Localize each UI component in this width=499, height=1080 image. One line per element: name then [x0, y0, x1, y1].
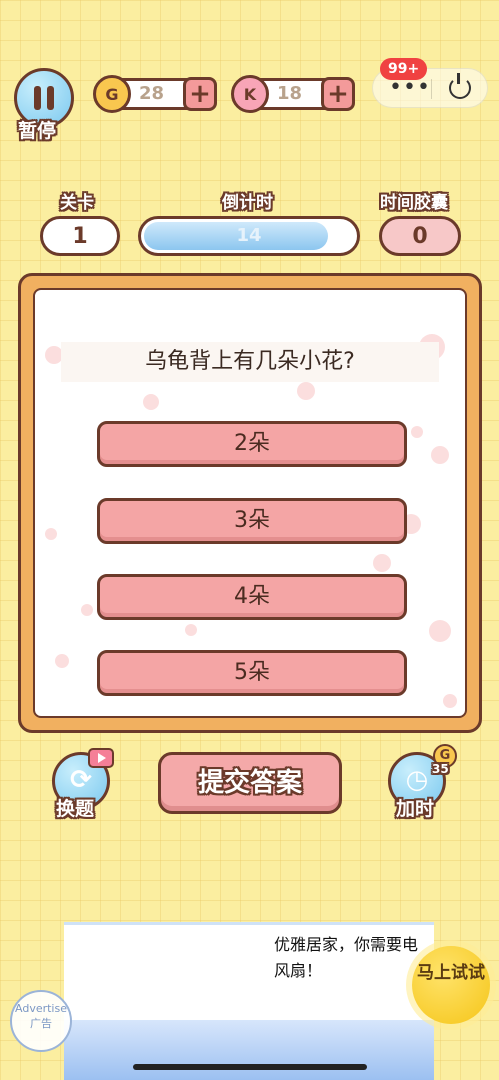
add-time-cost: 35 — [432, 762, 449, 776]
pause-icon-bar — [47, 86, 54, 110]
question-text: 乌龟背上有几朵小花? — [61, 342, 439, 382]
decor-dot — [143, 394, 159, 410]
capsule-divider — [431, 79, 432, 99]
coin-value: 28 — [139, 83, 165, 104]
token-counter: K 18 + — [231, 75, 355, 113]
home-indicator — [133, 1064, 367, 1070]
question-board: 乌龟背上有几朵小花? 2朵 3朵 4朵 5朵 — [18, 273, 482, 733]
question-panel: 乌龟背上有几朵小花? 2朵 3朵 4朵 5朵 — [33, 288, 467, 718]
decor-dot — [373, 554, 391, 572]
level-value: 1 — [40, 216, 120, 256]
decor-dot — [443, 694, 457, 708]
pause-icon-bar — [34, 86, 41, 110]
try-now-button[interactable]: 马上试试 — [412, 946, 490, 1024]
close-power-icon[interactable] — [449, 73, 471, 99]
add-tokens-button[interactable]: + — [321, 77, 355, 111]
pause-label: 暂停 — [18, 120, 57, 142]
video-ad-icon — [88, 748, 114, 768]
notification-badge: 99+ — [380, 58, 428, 80]
token-value: 18 — [277, 83, 303, 104]
token-icon: K — [231, 75, 269, 113]
decor-dot — [429, 620, 451, 642]
answer-option[interactable]: 5朵 — [97, 650, 407, 696]
decor-dot — [297, 382, 315, 400]
countdown-bar: 14 — [138, 216, 360, 256]
decor-dot — [55, 654, 69, 668]
time-capsule-label: 时间胶囊 — [380, 193, 448, 213]
decor-dot — [45, 528, 57, 540]
refresh-icon: ⟳ — [70, 765, 92, 795]
add-time-label: 加时 — [396, 798, 435, 820]
answer-option[interactable]: 4朵 — [97, 574, 407, 620]
submit-answer-button[interactable]: 提交答案 — [158, 752, 342, 814]
coin-icon: G — [93, 75, 131, 113]
answer-option[interactable]: 2朵 — [97, 421, 407, 467]
time-capsule-value: 0 — [379, 216, 461, 256]
decor-dot — [185, 624, 197, 636]
countdown-label: 倒计时 — [222, 193, 273, 213]
level-label: 关卡 — [60, 193, 94, 213]
ad-text: 优雅居家，你需要电风扇！ — [274, 935, 419, 980]
coin-counter: G 28 + — [93, 75, 217, 113]
change-question-label: 换题 — [56, 798, 95, 820]
countdown-value: 14 — [236, 225, 262, 246]
decor-dot — [411, 426, 423, 438]
ad-envelope-image — [64, 1020, 434, 1080]
decor-dot — [81, 604, 93, 616]
answer-option[interactable]: 3朵 — [97, 498, 407, 544]
add-coins-button[interactable]: + — [183, 77, 217, 111]
ad-stamp: Advertise 广告 — [10, 990, 72, 1052]
decor-dot — [431, 446, 449, 464]
